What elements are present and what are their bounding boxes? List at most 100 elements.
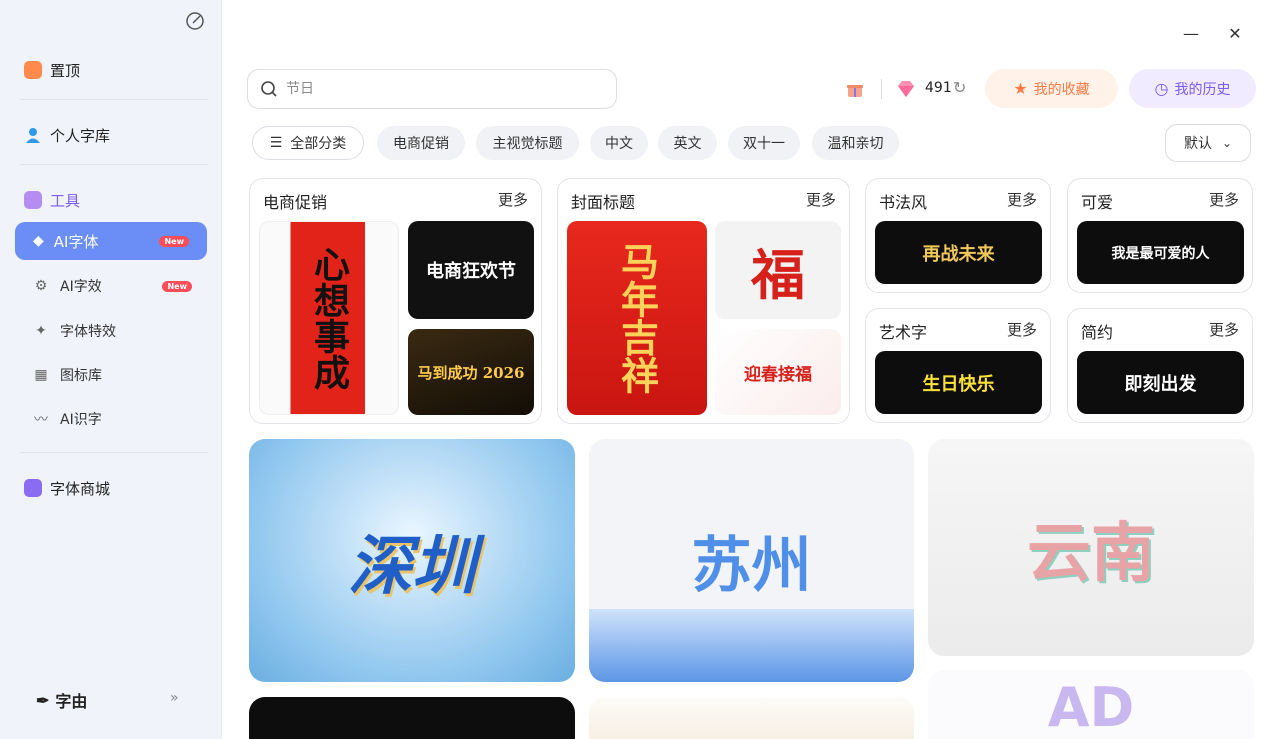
template-thumb[interactable]: 生日快乐: [875, 351, 1042, 414]
clock-icon: ◷: [1154, 79, 1169, 98]
category-card-cover-title[interactable]: 封面标题 更多 马年吉祥 福 迎春接福: [557, 178, 850, 424]
sidebar-item-ai-effect[interactable]: ⚙ AI字效 New: [32, 273, 192, 299]
sidebar-item-label: 字体特效: [60, 324, 116, 340]
minimize-button[interactable]: —: [1181, 24, 1201, 43]
sidebar-item-label: 图标库: [60, 368, 102, 384]
sidebar-item-label: 个人字库: [50, 126, 111, 145]
sidebar-item-label: AI识字: [60, 412, 102, 428]
template-thumb[interactable]: 马到成功 2026: [408, 329, 534, 415]
my-history-button[interactable]: ◷ 我的历史: [1129, 69, 1256, 108]
chip-double-eleven[interactable]: 双十一: [728, 126, 800, 160]
menu-icon: ☰: [269, 135, 283, 151]
toolbox-icon: [24, 191, 42, 209]
diamond-icon: ◆: [33, 233, 44, 249]
pen-icon: ✒: [36, 690, 50, 710]
brand-logo: ✒ 字由: [36, 688, 87, 712]
template-thumb[interactable]: 马年吉祥: [567, 221, 707, 415]
category-card-ecommerce[interactable]: 电商促销 更多 心想事成 电商狂欢节 马到成功 2026: [249, 178, 542, 424]
showcase-image-rainbow[interactable]: [589, 697, 914, 739]
sidebar-item-label: AI字效: [60, 279, 102, 295]
template-thumb[interactable]: 福: [715, 221, 841, 319]
more-link[interactable]: 更多: [1007, 319, 1037, 340]
template-thumb[interactable]: 迎春接福: [715, 329, 841, 415]
chip-english[interactable]: 英文: [658, 126, 717, 160]
chip-ecommerce[interactable]: 电商促销: [377, 126, 465, 160]
chip-main-title[interactable]: 主视觉标题: [476, 126, 579, 160]
more-link[interactable]: 更多: [1209, 189, 1239, 210]
chip-label: 全部分类: [290, 136, 347, 152]
sidebar-item-icon-library[interactable]: ▦ 图标库: [32, 362, 102, 388]
sidebar-item-label: 字体商城: [50, 479, 111, 498]
magic-icon: ✦: [35, 323, 47, 339]
search-input[interactable]: [286, 81, 586, 97]
template-thumb[interactable]: 电商狂欢节: [408, 221, 534, 319]
grid-icon: ▦: [34, 367, 48, 383]
showcase-image-ad[interactable]: AD: [928, 670, 1254, 739]
brand-name: 字由: [55, 692, 88, 711]
new-badge: New: [162, 280, 192, 292]
sidebar-item-label: 置顶: [50, 61, 81, 80]
edit-circle-icon[interactable]: [185, 11, 205, 31]
category-card-cute[interactable]: 可爱 更多 我是最可爱的人: [1067, 178, 1253, 293]
showcase-image-yunnan[interactable]: 云南: [928, 439, 1254, 656]
template-thumb[interactable]: 即刻出发: [1077, 351, 1244, 414]
sidebar-item-label: AI字体: [53, 232, 99, 251]
credits-count: 491: [925, 80, 952, 96]
divider: [20, 99, 208, 100]
my-favorites-button[interactable]: ★ 我的收藏: [985, 69, 1118, 108]
showcase-image-dark[interactable]: [249, 697, 575, 739]
wave-icon: 〰: [34, 412, 48, 428]
pin-icon: [24, 61, 42, 79]
star-icon: ★: [1013, 79, 1028, 98]
chevron-down-icon: ⌄: [1221, 136, 1233, 150]
template-thumb[interactable]: 心想事成: [259, 221, 399, 415]
sidebar-item-label: 工具: [50, 191, 81, 210]
showcase-image-shenzhen[interactable]: 深圳: [249, 439, 575, 682]
sidebar-item-font-store[interactable]: 字体商城: [24, 475, 110, 501]
category-card-minimal[interactable]: 简约 更多 即刻出发: [1067, 308, 1253, 423]
gift-icon[interactable]: [846, 80, 864, 98]
sidebar: 置顶 个人字库 工具 ◆ AI字体 New ⚙ AI字效 New ✦ 字体特效 …: [0, 0, 222, 739]
search-icon: [261, 81, 277, 97]
chip-gentle[interactable]: 温和亲切: [812, 126, 899, 160]
more-link[interactable]: 更多: [498, 189, 528, 210]
close-button[interactable]: ✕: [1225, 24, 1245, 43]
search-box[interactable]: [247, 69, 617, 109]
card-title: 可爱: [1081, 193, 1114, 212]
showcase-image-suzhou[interactable]: 苏州: [589, 439, 914, 682]
favorites-label: 我的收藏: [1033, 81, 1090, 98]
card-title: 简约: [1081, 323, 1114, 342]
more-link[interactable]: 更多: [1007, 189, 1037, 210]
gem-icon: [898, 81, 914, 97]
template-thumb[interactable]: 我是最可爱的人: [1077, 221, 1244, 284]
sort-label: 默认: [1183, 136, 1212, 152]
more-link[interactable]: 更多: [806, 189, 836, 210]
divider: [20, 452, 208, 453]
template-thumb[interactable]: 再战未来: [875, 221, 1042, 284]
sidebar-item-ai-font[interactable]: ◆ AI字体 New: [15, 222, 207, 260]
sidebar-item-personal-library[interactable]: 个人字库: [24, 122, 110, 148]
expand-sidebar-button[interactable]: »: [170, 690, 178, 706]
card-title: 封面标题: [571, 193, 636, 212]
sidebar-item-ai-recognition[interactable]: 〰 AI识字: [32, 406, 102, 432]
category-card-art[interactable]: 艺术字 更多 生日快乐: [865, 308, 1051, 423]
chip-all-categories[interactable]: ☰ 全部分类: [252, 126, 364, 160]
sidebar-item-font-effects[interactable]: ✦ 字体特效: [32, 318, 116, 344]
card-title: 电商促销: [263, 193, 328, 212]
sort-dropdown[interactable]: 默认 ⌄: [1165, 124, 1251, 162]
store-icon: [24, 479, 42, 497]
card-title: 艺术字: [879, 323, 928, 342]
divider: [881, 79, 882, 99]
sidebar-section-tools[interactable]: 工具: [24, 187, 80, 213]
divider: [20, 164, 208, 165]
sidebar-item-pinned[interactable]: 置顶: [24, 57, 80, 83]
more-link[interactable]: 更多: [1209, 319, 1239, 340]
refresh-icon[interactable]: ↻: [953, 78, 966, 97]
card-title: 书法风: [879, 193, 928, 212]
chip-chinese[interactable]: 中文: [590, 126, 648, 160]
new-badge: New: [159, 235, 189, 247]
gear-icon: ⚙: [34, 278, 48, 294]
history-label: 我的历史: [1174, 81, 1231, 98]
user-icon: [24, 126, 42, 144]
category-card-calligraphy[interactable]: 书法风 更多 再战未来: [865, 178, 1051, 293]
